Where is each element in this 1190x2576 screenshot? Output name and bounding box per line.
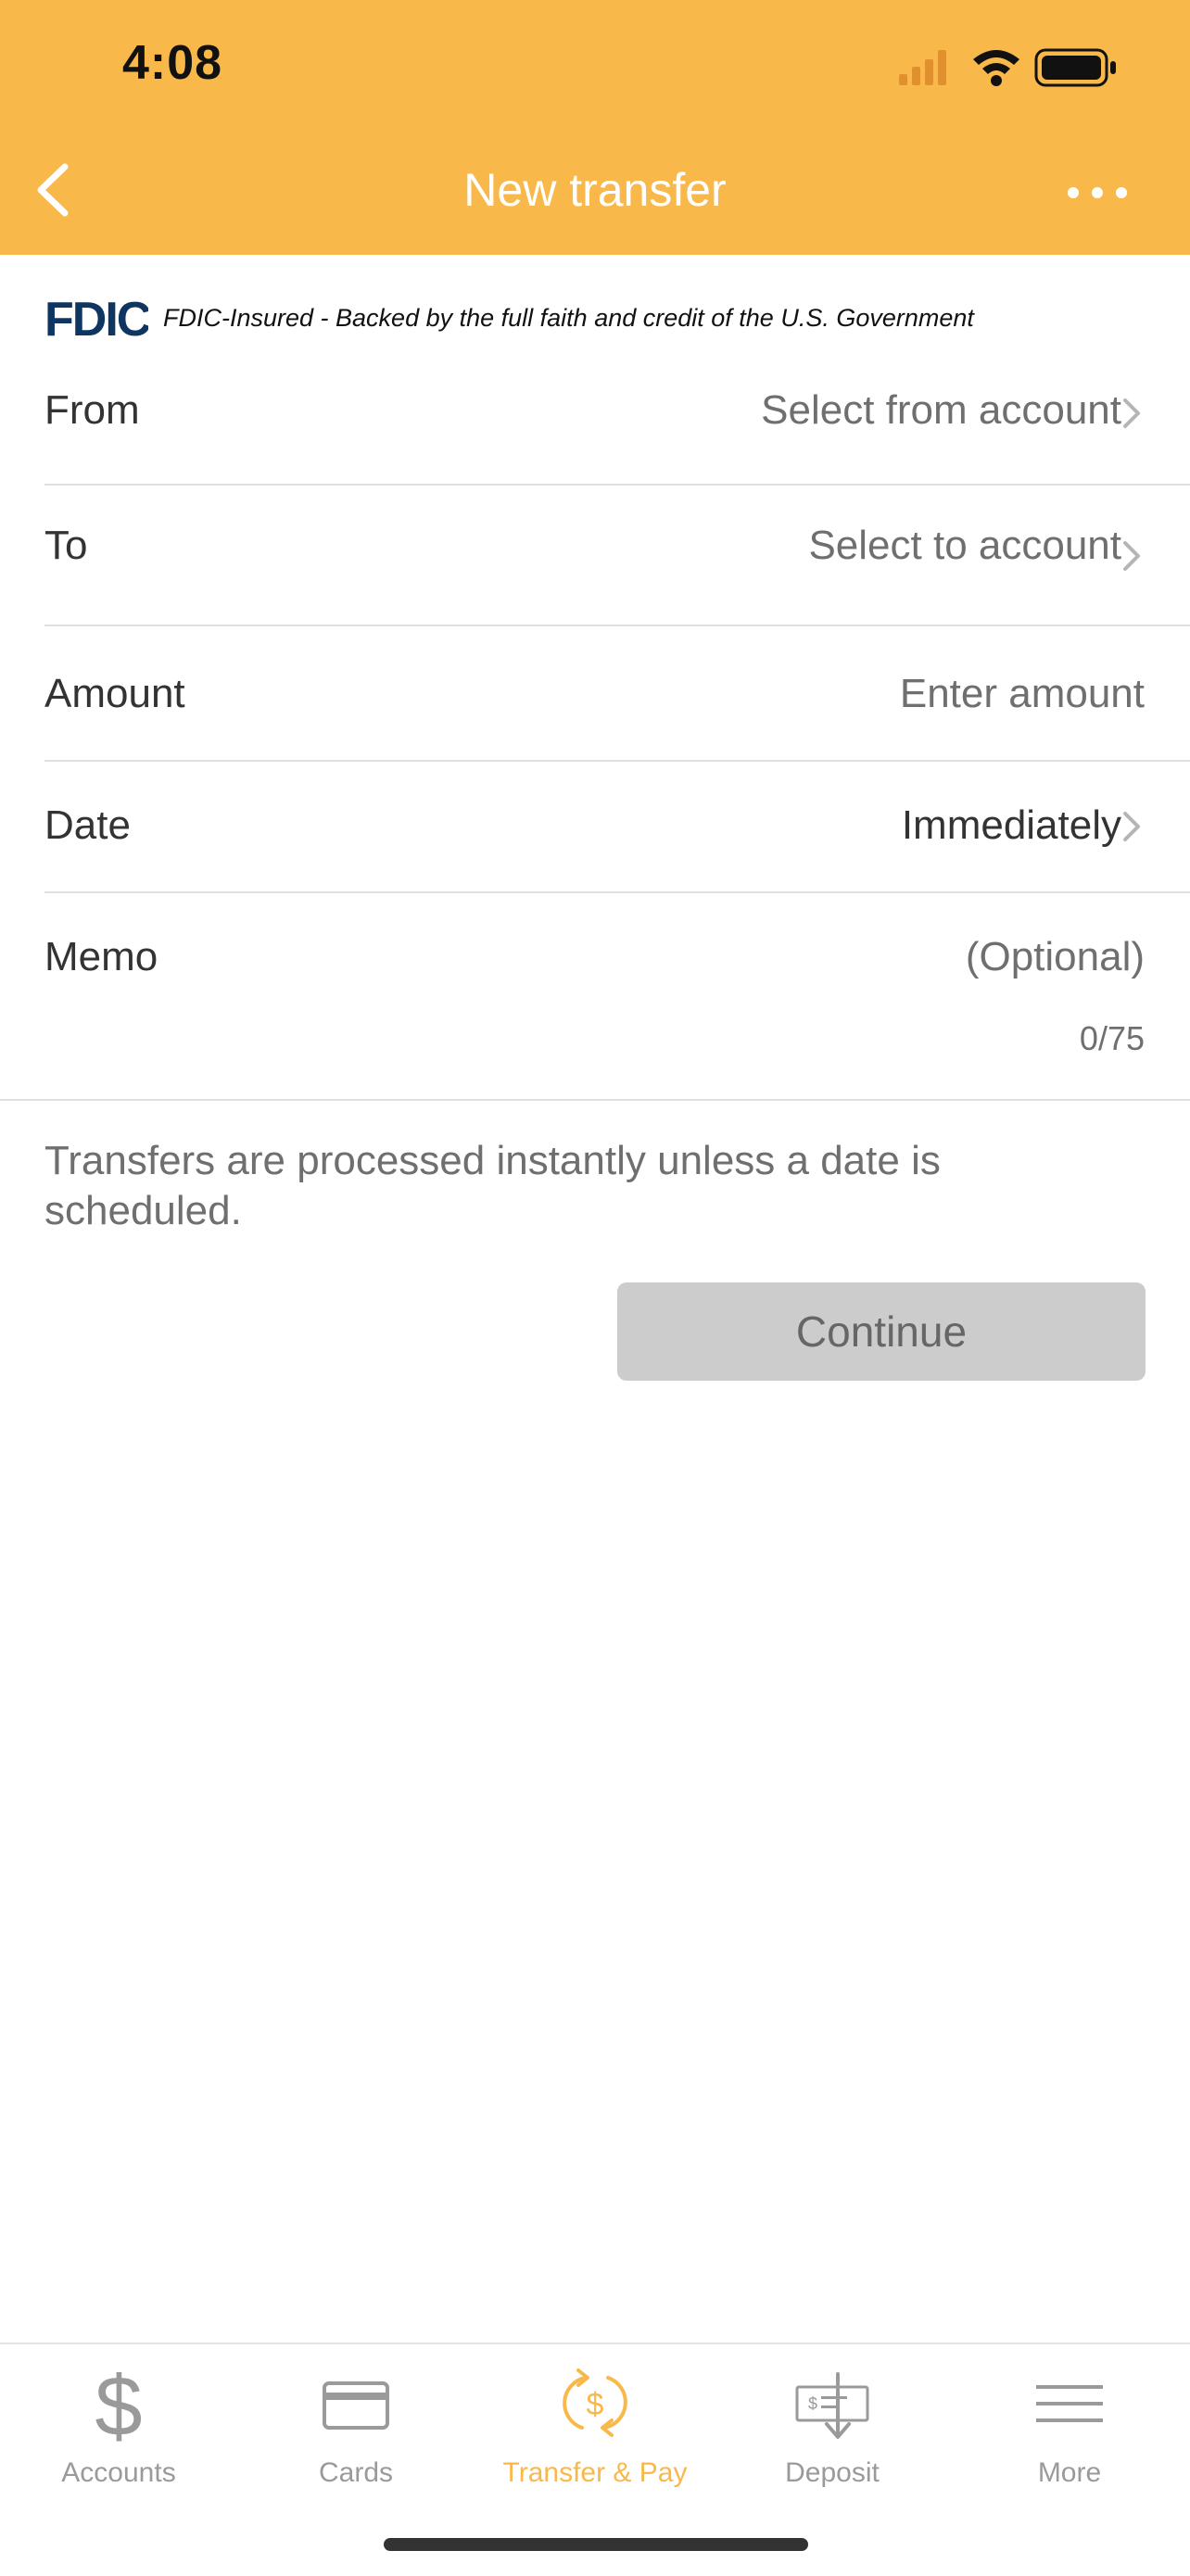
transfer-info-text: Transfers are processed instantly unless… [44, 1138, 941, 1233]
app-header: 4:08 New transfer [0, 0, 1190, 255]
cellular-signal-icon [899, 50, 946, 85]
memo-character-counter: 0/75 [1079, 1019, 1145, 1057]
menu-icon [1036, 2385, 1103, 2422]
continue-button[interactable]: Continue [617, 1282, 1146, 1381]
more-options-icon[interactable] [1064, 176, 1131, 209]
divider [0, 1099, 1190, 1101]
fdic-disclaimer: FDIC-Insured - Backed by the full faith … [163, 304, 974, 332]
chevron-right-icon [1123, 812, 1140, 841]
svg-text:FDIC: FDIC [44, 295, 148, 341]
tab-label: Deposit [785, 2457, 880, 2488]
from-label: From [44, 387, 140, 433]
svg-text:$: $ [587, 2387, 604, 2422]
battery-icon [1034, 48, 1116, 87]
tab-label: More [1037, 2457, 1102, 2488]
memo-row[interactable]: Memo (Optional) [44, 930, 1190, 1004]
memo-label: Memo [44, 934, 158, 979]
chevron-right-icon [1123, 541, 1140, 571]
tab-label: Transfer & Pay [502, 2457, 688, 2488]
date-label: Date [44, 802, 131, 848]
to-label: To [44, 523, 88, 568]
amount-input[interactable]: Enter amount [900, 671, 1145, 717]
from-account-value: Select from account [761, 387, 1121, 433]
svg-text:$: $ [95, 2361, 142, 2444]
divider [44, 891, 1190, 893]
page-title: New transfer [463, 164, 727, 216]
amount-label: Amount [44, 671, 185, 716]
tab-label: Cards [318, 2457, 394, 2488]
tab-deposit[interactable]: $ Deposit [714, 2344, 951, 2502]
svg-text:$: $ [808, 2394, 817, 2413]
card-icon [323, 2381, 389, 2430]
to-account-row[interactable]: To Select to account [44, 519, 1190, 612]
check-deposit-icon: $ [795, 2372, 869, 2439]
date-row[interactable]: Date Immediately [44, 799, 1190, 882]
divider [44, 625, 1190, 626]
tab-transfer-pay[interactable]: $ Transfer & Pay [476, 2344, 714, 2502]
amount-row[interactable]: Amount Enter amount [44, 667, 1190, 760]
divider [44, 760, 1190, 762]
tab-more[interactable]: More [951, 2344, 1188, 2502]
dollar-icon: $ [95, 2361, 142, 2444]
fdic-banner: FDIC FDIC-Insured - Backed by the full f… [44, 295, 1157, 347]
status-time: 4:08 [122, 36, 223, 90]
home-indicator [384, 2538, 808, 2551]
from-account-row[interactable]: From Select from account [44, 382, 1190, 474]
fdic-logo: FDIC [44, 295, 148, 341]
divider [44, 484, 1190, 486]
status-icons [899, 48, 1116, 87]
wifi-icon [973, 50, 1019, 86]
tab-label: Accounts [61, 2457, 176, 2488]
tab-cards[interactable]: Cards [237, 2344, 475, 2502]
date-value: Immediately [901, 802, 1121, 848]
to-account-value: Select to account [808, 523, 1121, 568]
chevron-right-icon [1123, 398, 1140, 428]
tab-accounts[interactable]: $ Accounts [0, 2344, 237, 2502]
transfer-pay-icon: $ [563, 2368, 627, 2437]
memo-input[interactable]: (Optional) [966, 934, 1145, 980]
